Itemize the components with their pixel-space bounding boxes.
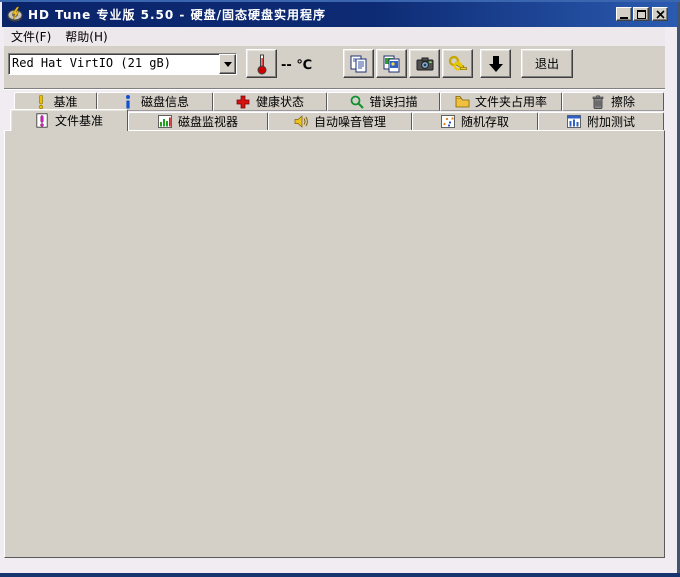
scatter-dots-icon (441, 115, 456, 129)
tab-aam-label: 自动噪音管理 (314, 113, 386, 130)
keys-icon (448, 54, 468, 74)
copy-image-button[interactable] (376, 49, 407, 78)
tab-erase-label: 擦除 (611, 93, 635, 110)
trash-icon (591, 95, 606, 109)
tab-extra-tests[interactable]: 附加测试 (538, 112, 664, 131)
bar-chart-icon (158, 115, 173, 129)
exit-button[interactable]: 退出 (521, 49, 573, 78)
tab-random-access-label: 随机存取 (461, 113, 509, 130)
app-window: HD Tune 专业版 5.50 - 硬盘/固态硬盘实用程序 文件(F) 帮助(… (0, 0, 680, 577)
benchmark-icon (33, 95, 48, 109)
temperature-button[interactable] (246, 49, 277, 78)
tab-disk-monitor[interactable]: 磁盘监视器 (128, 112, 268, 131)
maximize-button[interactable] (633, 7, 649, 21)
file-benchmark-icon (35, 114, 50, 128)
tab-health-label: 健康状态 (256, 93, 304, 110)
menu-bar: 文件(F) 帮助(H) (4, 27, 665, 46)
tab-extra-tests-label: 附加测试 (587, 113, 635, 130)
window-frame-bottom (0, 573, 680, 577)
copy-image-icon (382, 54, 402, 74)
screenshot-button[interactable] (409, 49, 440, 78)
tab-erase[interactable]: 擦除 (562, 92, 664, 111)
tab-aam[interactable]: 自动噪音管理 (268, 112, 412, 131)
menu-file[interactable]: 文件(F) (4, 26, 58, 47)
tab-benchmark-label: 基准 (53, 93, 77, 110)
close-icon (656, 10, 665, 19)
save-results-button[interactable] (480, 49, 511, 78)
health-cross-icon (236, 95, 251, 109)
tab-folder-usage-label: 文件夹占用率 (475, 93, 547, 110)
camera-icon (415, 54, 435, 74)
tab-disk-info-label: 磁盘信息 (141, 93, 189, 110)
tab-disk-monitor-label: 磁盘监视器 (178, 113, 238, 130)
minimize-button[interactable] (616, 7, 632, 21)
tab-health[interactable]: 健康状态 (213, 92, 327, 111)
speaker-icon (294, 115, 309, 129)
tab-error-scan-label: 错误扫描 (369, 93, 417, 110)
down-arrow-icon (487, 54, 505, 74)
window-title: HD Tune 专业版 5.50 - 硬盘/固态硬盘实用程序 (28, 6, 326, 23)
menu-help[interactable]: 帮助(H) (58, 26, 114, 47)
tab-file-benchmark[interactable]: 文件基准 (10, 109, 128, 131)
chevron-down-icon (224, 62, 232, 67)
copy-text-icon (349, 54, 369, 74)
drive-combobox[interactable]: Red Hat VirtIO (21 gB) (8, 53, 237, 75)
temperature-readout: -- ℃ (281, 58, 312, 73)
minimize-icon (620, 17, 628, 19)
thermometer-icon (256, 53, 268, 75)
temperature-unit: ℃ (296, 58, 312, 73)
app-icon (7, 6, 23, 22)
drive-combobox-value: Red Hat VirtIO (21 gB) (9, 54, 219, 74)
maximize-icon (637, 10, 646, 19)
mini-chart-icon (567, 115, 582, 129)
temperature-value: -- (281, 58, 292, 73)
info-icon (121, 95, 136, 109)
magnifier-icon (349, 95, 364, 109)
file-benchmark-panel (4, 130, 665, 558)
options-button[interactable] (442, 49, 473, 78)
title-bar[interactable]: HD Tune 专业版 5.50 - 硬盘/固态硬盘实用程序 (2, 2, 678, 27)
folder-icon (455, 95, 470, 109)
drive-combobox-dropdown-button[interactable] (219, 54, 236, 74)
tab-random-access[interactable]: 随机存取 (412, 112, 538, 131)
exit-button-label: 退出 (535, 55, 559, 72)
tab-folder-usage[interactable]: 文件夹占用率 (440, 92, 562, 111)
close-button[interactable] (652, 7, 668, 21)
copy-text-button[interactable] (343, 49, 374, 78)
tab-file-benchmark-label: 文件基准 (55, 112, 103, 129)
tab-error-scan[interactable]: 错误扫描 (327, 92, 440, 111)
